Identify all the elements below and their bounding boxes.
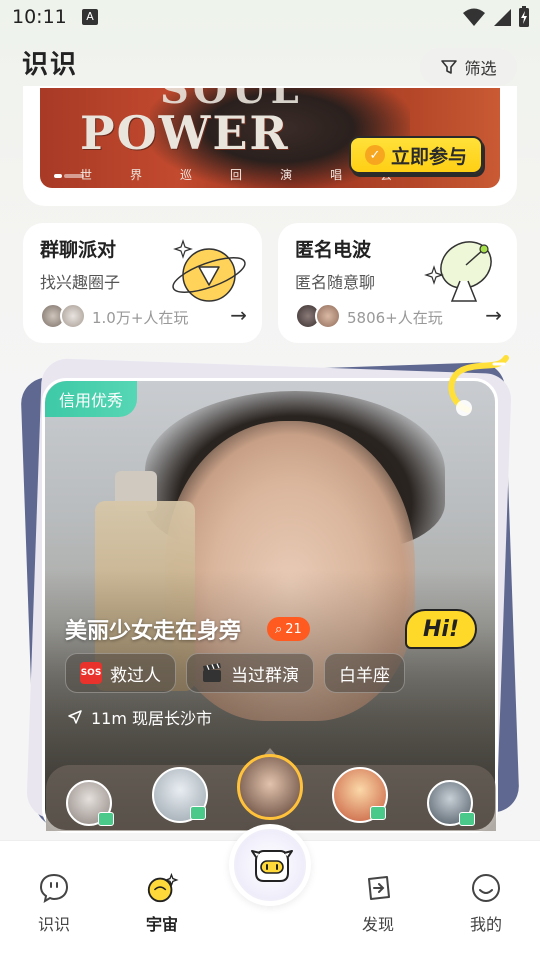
nav-mine[interactable]: 我的 xyxy=(432,841,540,960)
join-label: 立即参与 xyxy=(390,145,467,168)
location-text: 11m 现居长沙市 xyxy=(91,709,213,728)
status-bar: 10:11 A xyxy=(0,0,540,36)
nav-label: 发现 xyxy=(361,915,394,934)
planet-sparkle-icon xyxy=(145,871,179,905)
discover-icon xyxy=(361,871,395,905)
card-subtitle: 匿名随意聊 xyxy=(295,273,376,292)
satellite-dish-icon xyxy=(424,241,492,302)
selected-avatar[interactable] xyxy=(237,754,303,820)
planet-play-icon xyxy=(172,239,246,302)
player-avatars xyxy=(40,303,88,329)
avatar xyxy=(60,303,86,329)
card-title: 匿名电波 xyxy=(295,239,372,261)
nav-label: 宇宙 xyxy=(145,915,178,934)
player-avatars xyxy=(295,303,343,329)
smiley-icon xyxy=(469,871,503,905)
player-count: 5806+人在玩 xyxy=(347,309,443,327)
say-hi-button[interactable]: Hi! xyxy=(405,609,477,649)
nav-universe[interactable]: 宇宙 xyxy=(108,841,216,960)
nav-discover[interactable]: 发现 xyxy=(324,841,432,960)
page-title: 识识 xyxy=(22,50,79,80)
level-count: 21 xyxy=(285,621,302,637)
filter-button[interactable]: 筛选 xyxy=(420,48,517,86)
chat-chip-icon xyxy=(190,806,206,820)
tag-saved-someone: SOS 救过人 xyxy=(65,653,176,693)
chat-bubble-icon xyxy=(37,871,71,905)
tag-label: 白羊座 xyxy=(339,665,390,686)
wifi-icon xyxy=(463,8,485,26)
status-icons xyxy=(462,6,530,28)
nav-shishi[interactable]: 识识 xyxy=(0,841,108,960)
avatar xyxy=(315,303,341,329)
filter-label: 筛选 xyxy=(464,59,497,78)
profile-tags: SOS 救过人 当过群演 白羊座 xyxy=(65,653,405,693)
profile-name: 美丽少女走在身旁 xyxy=(65,619,242,644)
banner-subtitle-char: 唱 xyxy=(330,168,343,182)
mascot-icon xyxy=(234,829,306,901)
chat-chip-icon xyxy=(98,812,114,826)
level-badge: ⌕ 21 xyxy=(267,617,310,641)
card-title: 群聊派对 xyxy=(40,239,117,261)
chat-chip-icon xyxy=(459,812,475,826)
filter-icon xyxy=(441,60,458,74)
banner-subtitle-char: 回 xyxy=(230,168,243,182)
center-mascot-button[interactable] xyxy=(229,824,311,906)
tag-extra-actor: 当过群演 xyxy=(186,653,314,693)
credit-badge: 信用优秀 xyxy=(45,381,137,417)
banner-subtitle-char: 巡 xyxy=(180,168,193,182)
battery-icon xyxy=(519,6,529,27)
nav-label: 识识 xyxy=(37,915,70,934)
location: 11m 现居长沙市 xyxy=(67,705,212,729)
banner-headline: POWER xyxy=(80,106,290,160)
chat-chip-icon xyxy=(370,806,386,820)
search-icon: ⌕ xyxy=(275,621,283,637)
group-party-card[interactable]: 群聊派对 找兴趣圈子 1.0万+人在玩 → xyxy=(23,223,262,343)
banner-subtitle-char: 演 xyxy=(280,168,293,182)
navigation-arrow-icon xyxy=(68,710,82,724)
tag-zodiac: 白羊座 xyxy=(324,653,405,693)
signal-icon xyxy=(494,9,511,26)
player-count: 1.0万+人在玩 xyxy=(92,309,189,327)
notification-icon: A xyxy=(82,9,98,25)
card-subtitle: 找兴趣圈子 xyxy=(40,273,121,292)
banner-subtitle: 世 界 巡 回 演 唱 会 xyxy=(80,166,392,183)
check-icon: ✓ xyxy=(364,145,385,165)
arrow-right-icon: → xyxy=(230,303,247,327)
tag-label: 救过人 xyxy=(110,665,161,686)
join-now-button[interactable]: ✓ 立即参与 xyxy=(349,136,483,174)
sos-icon: SOS xyxy=(80,662,102,684)
swirl-decoration-icon xyxy=(448,355,509,416)
banner-subtitle-char: 界 xyxy=(130,168,143,182)
nav-label: 我的 xyxy=(469,915,502,934)
status-time: 10:11 xyxy=(12,6,67,28)
arrow-right-icon: → xyxy=(485,303,502,327)
anonymous-radio-card[interactable]: 匿名电波 匿名随意聊 5806+人在玩 → xyxy=(278,223,517,343)
clapperboard-icon xyxy=(203,663,221,682)
tag-label: 当过群演 xyxy=(231,665,299,686)
banner-page-indicator xyxy=(54,174,84,178)
